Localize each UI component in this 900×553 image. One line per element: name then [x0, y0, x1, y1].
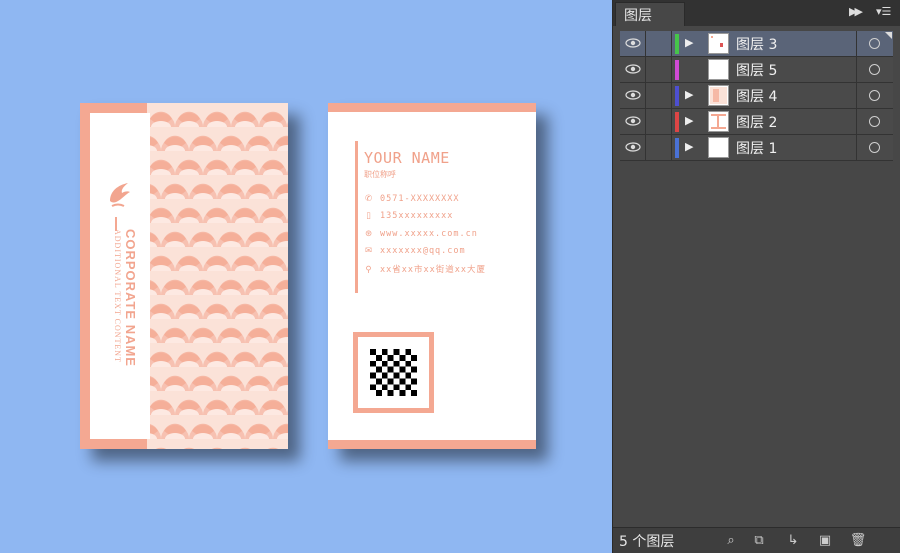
phone-icon: ✆ — [364, 194, 374, 204]
person-title: 职位称呼 — [364, 170, 396, 179]
layer-thumbnail — [708, 59, 729, 80]
business-card-back: YOUR NAME 职位称呼 ✆ 0571-XXXXXXXX ▯ 135xxxxxx… — [328, 103, 536, 449]
contact-web-text: www.xxxxx.com.cn — [380, 229, 478, 239]
business-card-front: CORPORATE NAME ADDITIONAL TEXT CONTENT — [80, 103, 288, 449]
layer-count: 5 个图层 — [619, 534, 675, 550]
panel-menu-icon[interactable]: ▾☰ — [876, 5, 891, 18]
visibility-toggle[interactable] — [620, 31, 646, 56]
layer-thumbnail — [708, 137, 729, 158]
layer-color — [675, 86, 679, 106]
layer-name[interactable]: 图层 5 — [736, 60, 777, 80]
company-block: CORPORATE NAME ADDITIONAL TEXT CONTENT — [113, 229, 138, 367]
tab-layers[interactable]: 图层 — [615, 2, 685, 26]
lock-toggle[interactable] — [646, 83, 672, 108]
collapse-panel-icon[interactable]: ▶▶ — [849, 5, 863, 18]
layer-target[interactable] — [856, 135, 893, 160]
layer-thumbnail — [708, 111, 729, 132]
lock-toggle[interactable] — [646, 109, 672, 134]
back-bottom-bar — [328, 440, 536, 449]
layer-row[interactable]: ▶ 图层 1 — [620, 135, 893, 161]
new-sublayer-icon[interactable]: ↳ — [784, 532, 802, 550]
globe-icon: ⊛ — [364, 229, 374, 239]
layer-thumbnail — [708, 85, 729, 106]
target-circle-icon — [869, 38, 880, 49]
company-subtext: ADDITIONAL TEXT CONTENT — [113, 229, 122, 363]
layer-name[interactable]: 图层 3 — [736, 34, 777, 54]
layer-row[interactable]: 图层 5 — [620, 57, 893, 83]
company-name: CORPORATE NAME — [123, 229, 138, 367]
mobile-icon: ▯ — [366, 211, 372, 221]
back-divider — [355, 141, 358, 293]
location-icon: ⚲ — [365, 265, 373, 275]
layer-target[interactable] — [856, 83, 893, 108]
panel-footer: 5 个图层 ⌕ ⧉ ↳ ▣ 🗑 — [613, 527, 900, 553]
visibility-toggle[interactable] — [620, 57, 646, 82]
layer-name[interactable]: 图层 4 — [736, 86, 777, 106]
target-circle-icon — [869, 142, 880, 153]
contact-email: ✉ xxxxxxx@qq.com — [364, 246, 466, 256]
panel-tabbar: 图层 ▶▶ ▾☰ — [613, 0, 900, 26]
eye-icon — [625, 90, 641, 100]
layer-name[interactable]: 图层 2 — [736, 112, 777, 132]
layer-color — [675, 34, 679, 54]
eye-icon — [625, 116, 641, 126]
target-circle-icon — [869, 116, 880, 127]
new-layer-icon[interactable]: ▣ — [816, 532, 834, 550]
layer-target[interactable] — [856, 57, 893, 82]
thumb-graphic — [711, 114, 726, 129]
pattern-graphic — [147, 111, 288, 449]
email-icon: ✉ — [364, 246, 374, 256]
layer-target[interactable] — [856, 109, 893, 134]
layers-list: ▶ 图层 3 图层 5 ▶ 图层 4 ▶ 图层 2 ▶ 图层 1 — [620, 31, 893, 161]
qr-code — [370, 349, 417, 396]
thumb-graphic — [710, 87, 727, 104]
locate-object-icon[interactable]: ⌕ — [722, 532, 740, 550]
target-circle-icon — [869, 90, 880, 101]
clipping-mask-icon[interactable]: ⧉ — [750, 532, 768, 550]
back-top-bar — [328, 103, 536, 112]
layer-color — [675, 138, 679, 158]
contact-email-text: xxxxxxx@qq.com — [380, 246, 466, 256]
expand-triangle-icon[interactable]: ▶ — [685, 140, 693, 153]
lock-toggle[interactable] — [646, 57, 672, 82]
layer-thumbnail — [708, 33, 729, 54]
layer-color — [675, 112, 679, 132]
contact-address-text: xx省xx市xx街道xx大厦 — [380, 265, 486, 275]
visibility-toggle[interactable] — [620, 109, 646, 134]
qr-code-frame — [353, 332, 434, 413]
bird-logo-icon — [110, 183, 130, 207]
target-circle-icon — [869, 64, 880, 75]
layer-row[interactable]: ▶ 图层 3 — [620, 31, 893, 57]
layer-row[interactable]: ▶ 图层 4 — [620, 83, 893, 109]
expand-triangle-icon[interactable]: ▶ — [685, 114, 693, 127]
contact-mobile-text: 135xxxxxxxxx — [380, 211, 454, 221]
contact-web: ⊛ www.xxxxx.com.cn — [364, 229, 478, 239]
lock-toggle[interactable] — [646, 31, 672, 56]
contact-phone: ✆ 0571-XXXXXXXX — [364, 194, 460, 204]
scale-pattern — [147, 103, 288, 449]
eye-icon — [625, 142, 641, 152]
layer-color — [675, 60, 679, 80]
contact-address: ⚲ xx省xx市xx街道xx大厦 — [364, 263, 486, 275]
visibility-toggle[interactable] — [620, 83, 646, 108]
eye-icon — [625, 38, 641, 48]
eye-icon — [625, 64, 641, 74]
selection-corner-icon — [885, 32, 892, 39]
expand-triangle-icon[interactable]: ▶ — [685, 88, 693, 101]
layer-row[interactable]: ▶ 图层 2 — [620, 109, 893, 135]
visibility-toggle[interactable] — [620, 135, 646, 160]
person-name: YOUR NAME — [364, 149, 450, 167]
lock-toggle[interactable] — [646, 135, 672, 160]
trash-icon[interactable]: 🗑 — [849, 532, 867, 550]
thumb-graphic — [711, 36, 723, 47]
layer-name[interactable]: 图层 1 — [736, 138, 777, 158]
layers-panel: 图层 ▶▶ ▾☰ ▶ 图层 3 图层 5 ▶ 图层 4 ▶ 图层 2 ▶ 图层 … — [612, 0, 900, 553]
contact-mobile: ▯ 135xxxxxxxxx — [364, 211, 453, 221]
contact-phone-text: 0571-XXXXXXXX — [380, 194, 460, 204]
expand-triangle-icon[interactable]: ▶ — [685, 36, 693, 49]
